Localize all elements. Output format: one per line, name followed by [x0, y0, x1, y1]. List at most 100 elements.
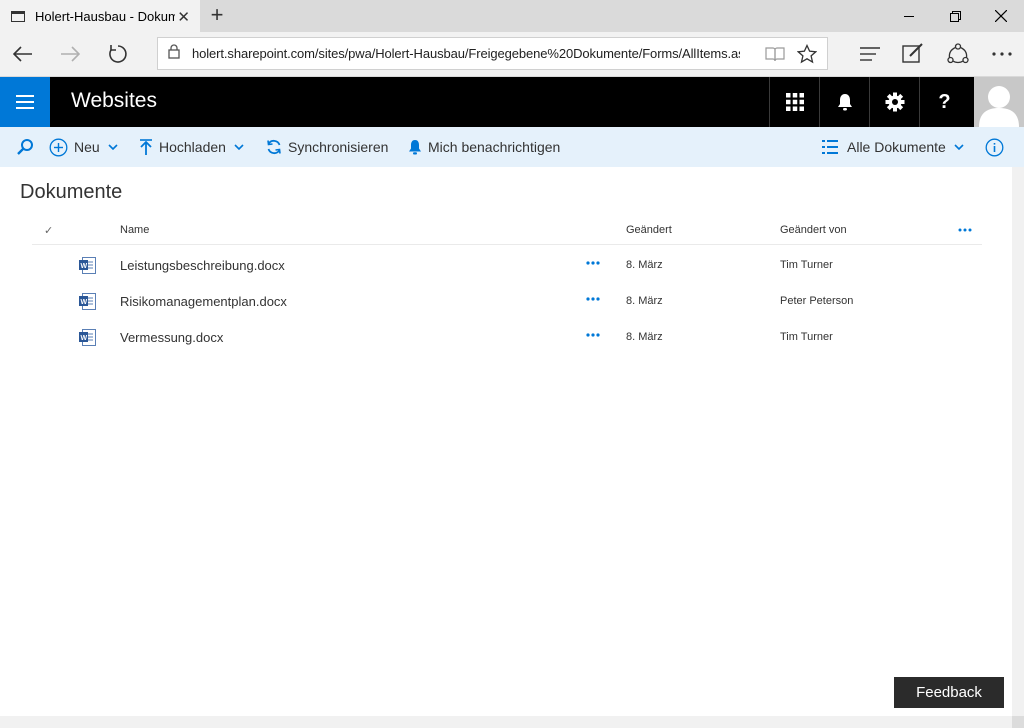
lock-icon	[168, 43, 180, 64]
browser-tab[interactable]: Holert-Hausbau - Dokumente ✕	[0, 0, 200, 32]
chevron-down-icon	[234, 144, 244, 150]
close-window-button[interactable]	[978, 0, 1024, 32]
file-name-link[interactable]: Risikomanagementplan.docx	[120, 294, 287, 309]
view-label: Alle Dokumente	[847, 139, 946, 155]
svg-text:W: W	[81, 263, 88, 270]
row-more-button[interactable]	[584, 325, 602, 345]
table-row[interactable]: W Risikomanagementplan.docx 8. März Pete…	[32, 283, 982, 319]
svg-text:W: W	[81, 299, 88, 306]
new-tab-button[interactable]: +	[206, 4, 228, 28]
word-document-icon: W	[79, 329, 96, 349]
restore-button[interactable]	[932, 0, 978, 32]
horizontal-scrollbar[interactable]	[0, 716, 1012, 728]
avatar[interactable]	[974, 77, 1024, 127]
hamburger-menu-icon	[16, 95, 34, 109]
modified-date: 8. März	[626, 331, 663, 343]
help-button[interactable]: ?	[919, 77, 969, 127]
sync-icon	[267, 139, 281, 155]
forward-button[interactable]	[53, 39, 87, 69]
chevron-down-icon	[954, 144, 964, 150]
close-icon	[995, 10, 1007, 22]
column-header-modified[interactable]: Geändert	[626, 224, 672, 236]
list-header: ✓ Name Geändert Geändert von	[32, 217, 982, 245]
modified-date: 8. März	[626, 295, 663, 307]
upload-label: Hochladen	[159, 139, 226, 155]
column-header-modified-by[interactable]: Geändert von	[780, 224, 847, 236]
bell-icon	[409, 140, 421, 155]
browser-tab-strip: Holert-Hausbau - Dokumente ✕ +	[0, 0, 1024, 32]
tab-close-icon[interactable]: ✕	[177, 8, 190, 26]
share-button[interactable]	[943, 40, 973, 68]
sync-button[interactable]: Synchronisieren	[266, 127, 388, 167]
web-note-button[interactable]	[898, 40, 928, 68]
page-icon	[11, 10, 25, 22]
suite-brand-title[interactable]: Websites	[71, 89, 157, 113]
suite-bar: Websites ?	[0, 77, 1024, 127]
more-ellipsis-icon	[586, 297, 600, 301]
favorite-star-icon[interactable]	[796, 43, 818, 69]
settings-button[interactable]	[869, 77, 919, 127]
more-ellipsis-icon	[958, 228, 972, 232]
row-more-button[interactable]	[584, 253, 602, 273]
search-icon	[17, 139, 33, 155]
select-all-checkbox[interactable]: ✓	[44, 224, 53, 237]
hub-icon	[860, 47, 880, 61]
forward-arrow-icon	[61, 46, 80, 62]
word-document-icon: W	[79, 293, 96, 313]
app-launcher-button[interactable]	[769, 77, 819, 127]
restore-icon	[949, 10, 961, 22]
back-arrow-icon	[13, 46, 32, 62]
list-view-icon	[822, 140, 838, 154]
info-icon	[985, 138, 1004, 156]
scrollbar-corner	[1012, 716, 1024, 728]
browser-toolbar: holert.sharepoint.com/sites/pwa/Holert-H…	[0, 32, 1024, 77]
info-pane-button[interactable]	[985, 127, 1004, 167]
file-name-link[interactable]: Vermessung.docx	[120, 330, 223, 345]
svg-text:W: W	[81, 335, 88, 342]
notify-me-label: Mich benachrichtigen	[428, 139, 561, 155]
upload-button[interactable]: Hochladen	[139, 127, 244, 167]
web-note-icon	[902, 43, 923, 63]
row-more-button[interactable]	[584, 289, 602, 309]
refresh-button[interactable]	[101, 39, 135, 69]
reading-view-icon[interactable]	[765, 46, 785, 67]
back-button[interactable]	[6, 39, 40, 69]
refresh-icon	[109, 45, 127, 63]
add-column-button[interactable]	[958, 221, 972, 238]
search-button[interactable]	[16, 127, 34, 167]
user-avatar-icon	[979, 86, 1019, 127]
url-text[interactable]: holert.sharepoint.com/sites/pwa/Holert-H…	[192, 46, 740, 61]
file-name-link[interactable]: Leistungsbeschreibung.docx	[120, 258, 285, 273]
more-ellipsis-icon	[586, 333, 600, 337]
table-row[interactable]: W Vermessung.docx 8. März Tim Turner	[32, 319, 982, 355]
column-header-name[interactable]: Name	[120, 224, 149, 236]
word-document-icon: W	[79, 257, 96, 277]
address-bar[interactable]: holert.sharepoint.com/sites/pwa/Holert-H…	[157, 37, 828, 70]
notify-me-button[interactable]: Mich benachrichtigen	[408, 127, 560, 167]
gear-icon	[885, 92, 904, 112]
minimize-button[interactable]	[886, 0, 932, 32]
more-menu-button[interactable]	[987, 40, 1017, 68]
app-launcher-icon	[785, 93, 804, 111]
navigation-menu-button[interactable]	[0, 77, 50, 127]
table-row[interactable]: W Leistungsbeschreibung.docx 8. März Tim…	[32, 247, 982, 283]
bell-icon	[837, 94, 852, 111]
vertical-scrollbar[interactable]	[1012, 167, 1024, 716]
document-library: Dokumente ✓ Name Geändert Geändert von W…	[0, 167, 1012, 715]
modified-by: Tim Turner	[780, 259, 833, 271]
chevron-down-icon	[108, 144, 118, 150]
feedback-button[interactable]: Feedback	[894, 677, 1004, 708]
plus-circle-icon	[49, 138, 68, 156]
minimize-icon	[904, 16, 914, 17]
help-icon: ?	[938, 90, 951, 113]
upload-icon	[140, 138, 152, 155]
modified-by: Tim Turner	[780, 331, 833, 343]
tab-title: Holert-Hausbau - Dokumente	[35, 8, 175, 24]
more-ellipsis-icon	[586, 261, 600, 265]
more-icon	[992, 52, 1012, 56]
modified-date: 8. März	[626, 259, 663, 271]
view-switcher[interactable]: Alle Dokumente	[822, 127, 964, 167]
new-button[interactable]: Neu	[49, 127, 118, 167]
notifications-button[interactable]	[819, 77, 869, 127]
hub-button[interactable]	[855, 40, 885, 68]
